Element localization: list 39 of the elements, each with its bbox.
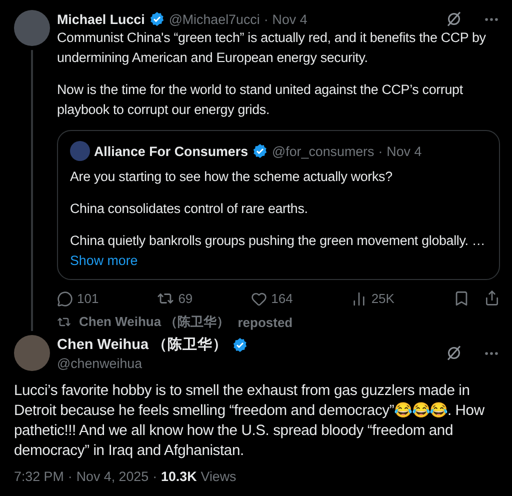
separator: · [264, 12, 268, 26]
share-icon[interactable] [484, 290, 500, 307]
quoted-author-handle: @for_consumers [272, 144, 374, 158]
show-more-link[interactable]: Show more [70, 253, 138, 268]
post-text: Now is the time for the world to stand united against the CCP’s corrupt playbook to corrupt our energy grids. [57, 81, 464, 119]
author-name[interactable]: Michael Lucci [57, 12, 145, 26]
separator: · [378, 144, 383, 158]
avatar-photo-placeholder[interactable] [14, 335, 50, 371]
author-name[interactable]: Chen Weihua （陈卫华） [57, 335, 228, 354]
reposted-label: reposted [238, 314, 293, 330]
like-button[interactable]: 164 [251, 290, 293, 306]
quoted-post-card[interactable] [57, 130, 500, 280]
quoted-post-text: Are you starting to see how the scheme actually works? [70, 168, 394, 186]
quoted-post-date: Nov 4 [386, 144, 422, 158]
post-text: Lucci’s favorite hobby is to smell the exhaust from gas guzzlers made in Detroit because he feels smelling “freedom and democracy”😂😂😂. How pathetic!!! And we all know how the U.S. spread bloody “freedom and democracy” in Iraq and Afghanistan. [14, 382, 486, 461]
post-date[interactable]: Nov 4, 2025 [76, 469, 149, 484]
reposted-by-name[interactable]: Chen Weihua （陈卫华） [79, 313, 230, 331]
views-label: Views [200, 469, 236, 484]
post-date[interactable]: Nov 4 [272, 12, 308, 26]
quoted-post-text: China consolidates control of rare earths. [70, 200, 309, 218]
views-count: 10.3K [161, 469, 197, 484]
views-button[interactable]: 25K [351, 290, 394, 306]
heart-icon [251, 290, 268, 306]
repost-button[interactable]: 69 [157, 290, 193, 307]
slashed-circle-icon[interactable] [445, 10, 463, 28]
avatar-photo-placeholder[interactable] [14, 10, 50, 46]
author-handle[interactable]: @Michael7ucci [168, 12, 260, 26]
speech-bubble-icon [57, 290, 73, 306]
separator: · [152, 469, 158, 484]
separator: · [68, 469, 72, 484]
bar-chart-icon [351, 290, 368, 306]
post-time[interactable]: 7:32 PM [14, 469, 64, 484]
quoted-post-text: China quietly bankrolls groups pushing the green movement globally. … [70, 232, 486, 250]
quoted-author-name: Alliance For Consumers [94, 144, 248, 158]
author-handle[interactable]: @chenweihua [57, 356, 248, 371]
reply-button[interactable]: 101 [57, 290, 99, 306]
repost-icon [57, 315, 71, 329]
post-text: Communist China's “green tech” is actually red, and it benefits the CCP by undermining American and European energy security. [57, 29, 487, 67]
slashed-circle-icon[interactable] [445, 344, 463, 362]
